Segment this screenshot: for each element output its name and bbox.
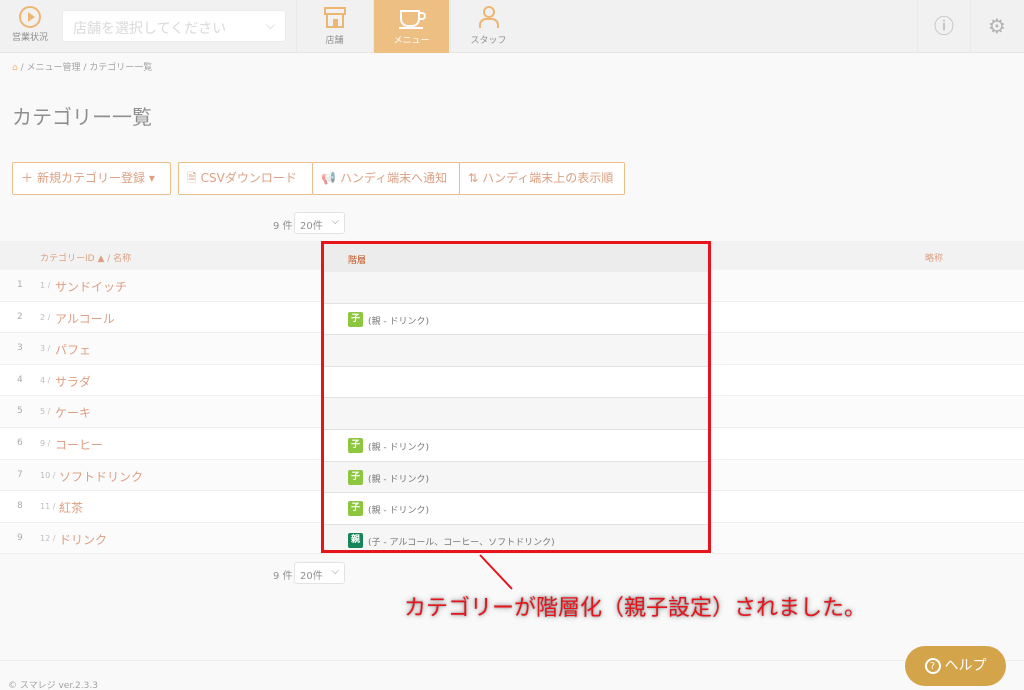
child-badge: 子 [348,311,363,327]
child-badge: 子 [348,469,363,485]
hierarchy-row: 子 (親 - ドリンク) [324,430,708,462]
hierarchy-row: 子 (親 - ドリンク) [324,493,708,525]
parent-badge: 親 [348,532,363,548]
hierarchy-relation: (親 - ドリンク) [368,316,429,327]
callout-text: カテゴリーが階層化（親子設定）されました。 [404,596,867,621]
hierarchy-row [324,398,708,430]
hierarchy-highlight: 階層 子 (親 - ドリンク) 子 (親 - ドリンク) 子 (親 - ドリンク) 子 (親 … [321,241,711,553]
hierarchy-header-label: 階層 [348,256,367,266]
help-label: ヘルプ [944,658,987,674]
hierarchy-row [324,367,708,399]
hierarchy-row: 親 (子 - アルコール、コーヒー、ソフトドリンク) [324,524,708,550]
hierarchy-row [324,335,708,367]
hierarchy-row: 子 (親 - ドリンク) [324,461,708,494]
question-icon: ? [924,658,941,674]
hierarchy-relation: (親 - ドリンク) [368,442,429,453]
hierarchy-header: 階層 [324,244,708,272]
callout-line [479,554,513,590]
hierarchy-relation: (親 - ドリンク) [368,506,429,517]
child-badge: 子 [348,437,363,453]
child-badge: 子 [348,501,363,517]
hierarchy-relation: (子 - アルコール、コーヒー、ソフトドリンク) [368,537,555,548]
hierarchy-relation: (親 - ドリンク) [368,474,429,485]
hierarchy-row [324,272,708,304]
hierarchy-row: 子 (親 - ドリンク) [324,304,708,336]
help-button[interactable]: ? ヘルプ [905,646,1006,686]
